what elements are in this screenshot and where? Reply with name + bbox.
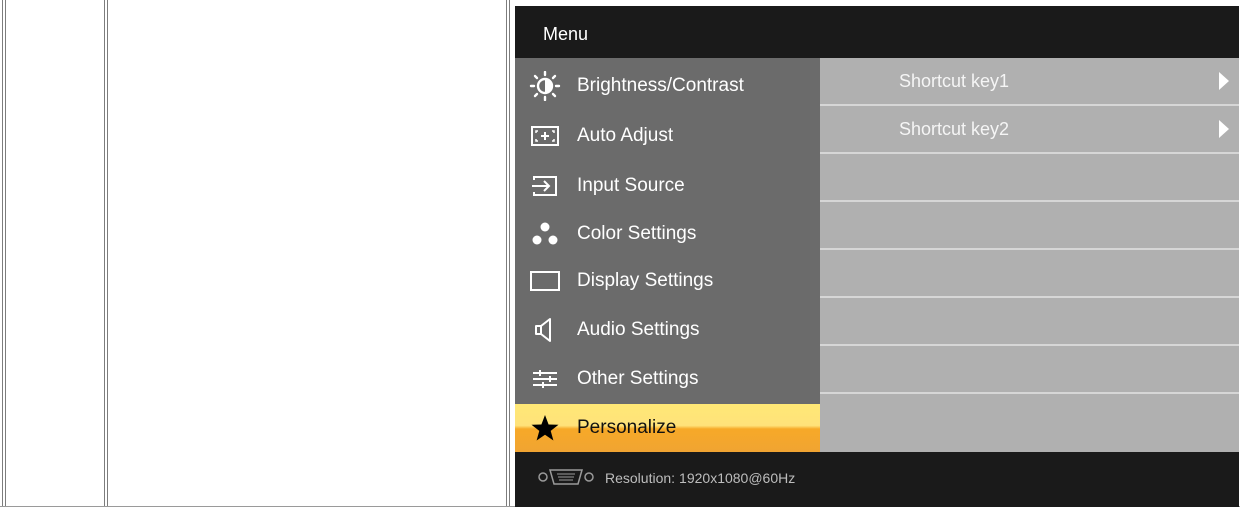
chevron-right-icon bbox=[1219, 72, 1229, 90]
resolution-readout: Resolution: 1920x1080@60Hz bbox=[601, 470, 795, 486]
brightness-icon bbox=[527, 71, 563, 101]
display-settings-icon bbox=[527, 266, 563, 296]
menu-item-label: Input Source bbox=[577, 175, 685, 196]
osd-footer: Resolution: 1920x1080@60Hz bbox=[515, 452, 1239, 507]
table-border-line bbox=[506, 0, 507, 507]
menu-item-brightness-contrast[interactable]: Brightness/Contrast bbox=[515, 62, 820, 110]
menu-item-other-settings[interactable]: Other Settings bbox=[515, 355, 820, 403]
resolution-value: 1920x1080@60Hz bbox=[679, 470, 796, 486]
osd-main-menu: Brightness/Contrast Auto Adjust Input So… bbox=[515, 58, 820, 452]
submenu-item-label: Shortcut key1 bbox=[899, 71, 1010, 91]
menu-item-label: Auto Adjust bbox=[577, 125, 674, 146]
menu-item-label: Display Settings bbox=[577, 270, 714, 291]
resolution-label: Resolution: bbox=[605, 470, 676, 486]
audio-settings-icon bbox=[527, 315, 563, 345]
submenu-item-label: Shortcut key2 bbox=[899, 119, 1010, 139]
table-border-line bbox=[2, 0, 3, 507]
menu-item-audio-settings[interactable]: Audio Settings bbox=[515, 306, 820, 354]
submenu-empty-row bbox=[820, 250, 1239, 298]
color-settings-icon bbox=[527, 219, 563, 249]
osd-title: Menu bbox=[543, 24, 589, 44]
menu-item-color-settings[interactable]: Color Settings bbox=[515, 210, 820, 258]
table-border-line bbox=[5, 0, 6, 507]
osd-submenu: Shortcut key1 Shortcut key2 bbox=[820, 58, 1239, 452]
menu-item-display-settings[interactable]: Display Settings bbox=[515, 257, 820, 305]
auto-adjust-icon bbox=[527, 121, 563, 151]
submenu-item-shortcut-key1[interactable]: Shortcut key1 bbox=[820, 58, 1239, 106]
menu-item-label: Other Settings bbox=[577, 368, 699, 389]
table-border-line bbox=[104, 0, 105, 507]
menu-item-auto-adjust[interactable]: Auto Adjust bbox=[515, 112, 820, 160]
osd-header: Menu bbox=[515, 6, 1239, 58]
menu-item-personalize[interactable]: Personalize bbox=[515, 404, 820, 452]
submenu-empty-row bbox=[820, 298, 1239, 346]
submenu-empty-row bbox=[820, 346, 1239, 394]
table-border-line bbox=[107, 0, 108, 507]
input-source-icon bbox=[527, 171, 563, 201]
menu-item-input-source[interactable]: Input Source bbox=[515, 162, 820, 210]
menu-item-label: Color Settings bbox=[577, 223, 697, 244]
table-border-line bbox=[509, 0, 510, 507]
star-icon bbox=[527, 413, 563, 443]
menu-item-label: Brightness/Contrast bbox=[577, 75, 744, 96]
submenu-empty-row bbox=[820, 154, 1239, 202]
submenu-empty-row bbox=[820, 394, 1239, 452]
submenu-empty-row bbox=[820, 202, 1239, 250]
menu-item-label: Audio Settings bbox=[577, 319, 700, 340]
chevron-right-icon bbox=[1219, 120, 1229, 138]
osd-menu: Menu Brightness/Contrast Auto Adjust Inp… bbox=[515, 6, 1239, 507]
other-settings-icon bbox=[527, 364, 563, 394]
menu-item-label: Personalize bbox=[577, 417, 677, 438]
submenu-item-shortcut-key2[interactable]: Shortcut key2 bbox=[820, 106, 1239, 154]
vga-connector-icon bbox=[537, 467, 595, 492]
